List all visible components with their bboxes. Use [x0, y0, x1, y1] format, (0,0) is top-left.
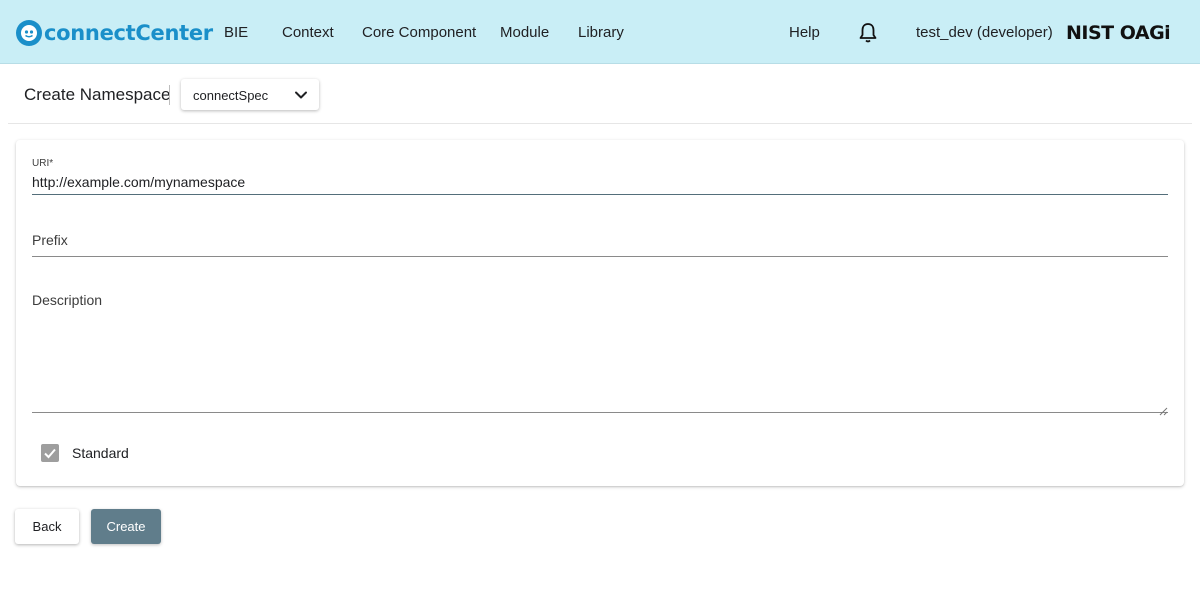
back-button[interactable]: Back [15, 509, 79, 544]
user-menu[interactable]: test_dev (developer) [916, 24, 1053, 41]
nav-core-component[interactable]: Core Component [362, 24, 476, 41]
create-button[interactable]: Create [91, 509, 161, 544]
connectcenter-logo-icon [16, 20, 42, 46]
description-underline [32, 412, 1168, 413]
release-select-value: connectSpec [193, 88, 269, 103]
bell-icon[interactable] [858, 22, 878, 44]
page-title: Create Namespace [24, 85, 171, 104]
nav-bie[interactable]: BIE [224, 24, 248, 41]
chevron-down-icon [293, 87, 309, 103]
namespace-form-card: URI* Standard [16, 140, 1184, 486]
nav-module[interactable]: Module [500, 24, 549, 41]
app-logo-text: connectCenter [44, 21, 213, 45]
prefix-input[interactable] [32, 230, 1168, 250]
org-logos: NIST OAGi [1066, 22, 1171, 44]
app-logo[interactable]: connectCenter [16, 19, 213, 47]
top-app-bar: connectCenter BIE Context Core Component… [0, 0, 1200, 64]
description-textarea[interactable] [32, 292, 1168, 413]
standard-checkbox[interactable] [41, 444, 59, 462]
nav-library[interactable]: Library [578, 24, 624, 41]
release-select[interactable]: connectSpec [181, 79, 319, 110]
prefix-underline [32, 256, 1168, 257]
nav-context[interactable]: Context [282, 24, 334, 41]
title-separator [169, 85, 170, 105]
check-icon [44, 448, 56, 459]
uri-label: URI* [32, 158, 54, 169]
standard-checkbox-label[interactable]: Standard [72, 445, 129, 461]
nav-help[interactable]: Help [789, 24, 820, 41]
resize-handle-icon[interactable] [1159, 403, 1168, 416]
uri-input[interactable] [32, 172, 1168, 192]
uri-underline [32, 194, 1168, 195]
title-divider [8, 123, 1192, 124]
